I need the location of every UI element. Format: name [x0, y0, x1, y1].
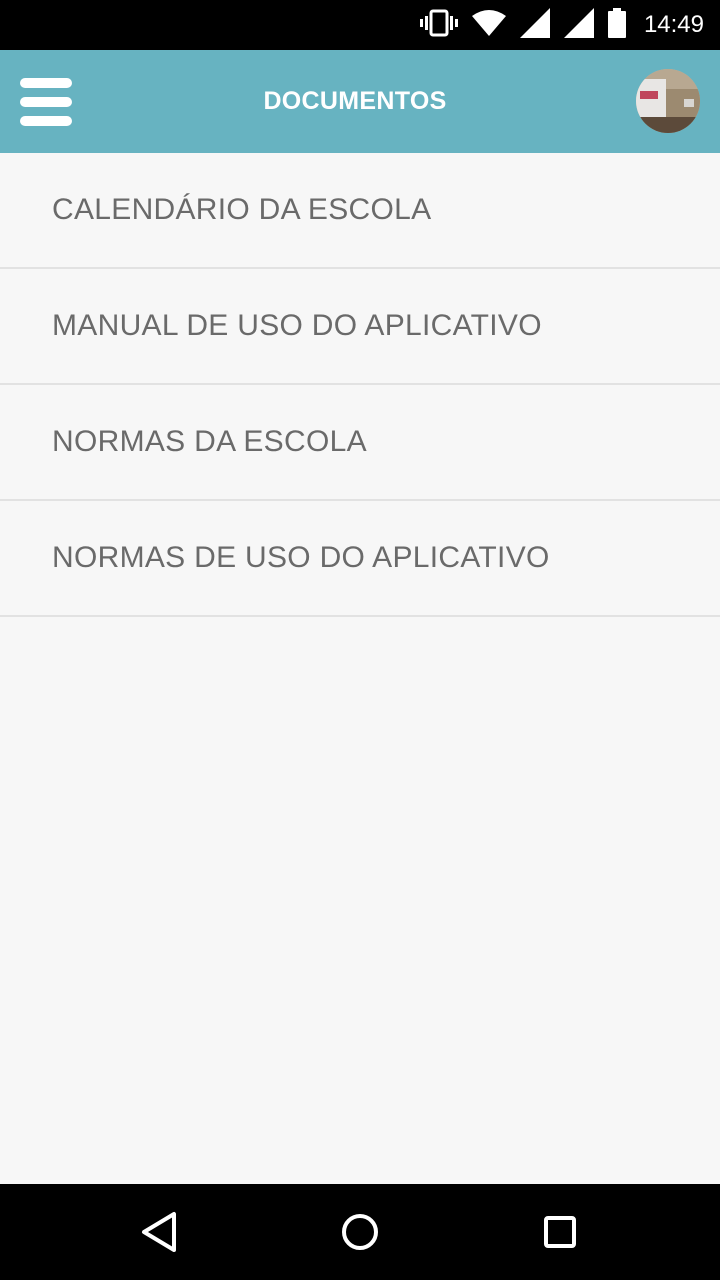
navigation-bar: [0, 1184, 720, 1280]
status-icons: 14:49: [419, 0, 704, 50]
menu-bar: [20, 116, 72, 126]
status-time: 14:49: [643, 11, 704, 38]
recents-icon[interactable]: [536, 1208, 584, 1256]
battery-icon: [607, 7, 626, 43]
list-item-label: NORMAS DA ESCOLA: [52, 425, 367, 458]
user-avatar[interactable]: [636, 69, 700, 133]
list-item-label: MANUAL DE USO DO APLICATIVO: [52, 309, 542, 342]
back-icon[interactable]: [136, 1208, 184, 1256]
page-title: DOCUMENTOS: [263, 87, 447, 115]
status-bar: 14:49: [0, 0, 720, 50]
home-icon[interactable]: [336, 1208, 384, 1256]
vibrate-icon: [419, 9, 458, 42]
list-item[interactable]: NORMAS DE USO DO APLICATIVO: [0, 501, 720, 617]
menu-bar: [20, 78, 72, 88]
document-list: CALENDÁRIO DA ESCOLA MANUAL DE USO DO AP…: [0, 153, 720, 617]
wifi-icon: [471, 9, 506, 41]
list-item[interactable]: CALENDÁRIO DA ESCOLA: [0, 153, 720, 269]
list-item[interactable]: MANUAL DE USO DO APLICATIVO: [0, 269, 720, 385]
menu-bar: [20, 97, 72, 107]
hamburger-menu-icon[interactable]: [14, 72, 78, 132]
list-item-label: CALENDÁRIO DA ESCOLA: [52, 193, 432, 226]
signal-icon: [563, 7, 594, 43]
signal-icon: [519, 7, 550, 43]
list-item[interactable]: NORMAS DA ESCOLA: [0, 385, 720, 501]
list-item-label: NORMAS DE USO DO APLICATIVO: [52, 541, 550, 574]
app-bar: DOCUMENTOS: [0, 50, 720, 153]
